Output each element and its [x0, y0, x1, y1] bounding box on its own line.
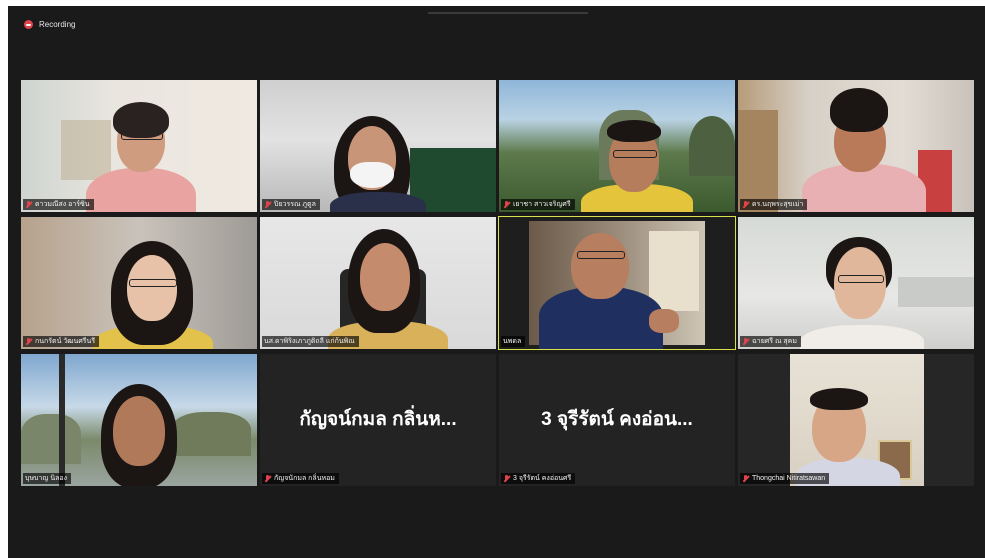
video-tile-camera-off[interactable]: กัญจน์กมล กลิ่นห... กัญจนักมล กลิ่นหอม: [260, 354, 496, 486]
video-feed: [738, 80, 974, 212]
participant-name-tag: ฉายศรี ณ สุคม: [740, 336, 801, 347]
participant-name-tag: กนกรัตน์ วัฒนศรีนรี: [23, 336, 100, 347]
video-tile[interactable]: กนกรัตน์ วัฒนศรีนรี: [21, 217, 257, 349]
participant-name-tag: นพดล: [501, 336, 526, 347]
mic-muted-icon: [25, 200, 32, 209]
mic-muted-icon: [742, 474, 749, 483]
video-tile[interactable]: ดาวมณีสง อาร์ซิน: [21, 80, 257, 212]
participant-name: กนกรัตน์ วัฒนศรีนรี: [35, 338, 96, 345]
recording-indicator[interactable]: Recording: [24, 20, 75, 29]
video-feed: [260, 217, 496, 349]
participant-name: นพดล: [503, 338, 522, 345]
participant-name-tag: กัญจนักมล กลิ่นหอม: [262, 473, 339, 484]
participant-name: ปิยวรรณ ภูตูล: [274, 201, 316, 208]
participant-name: Thongchai Nitiratsawan: [752, 475, 826, 482]
video-tile[interactable]: นส.ดาพิริงเภาภูติถลี แก่ก้นพิณ: [260, 217, 496, 349]
video-feed: [21, 80, 257, 212]
participant-name: บุษบาญ นิลอง: [25, 475, 68, 482]
video-feed: [260, 80, 496, 212]
video-tile[interactable]: Thongchai Nitiratsawan: [738, 354, 974, 486]
top-bar-handle: [428, 12, 588, 14]
video-tile[interactable]: ฉายศรี ณ สุคม: [738, 217, 974, 349]
video-tile[interactable]: ปิยวรรณ ภูตูล: [260, 80, 496, 212]
participant-name: 3 จุรีรัตน์ คงอ่อนศรี: [513, 475, 572, 482]
mic-muted-icon: [25, 337, 32, 346]
participant-name-tag: Thongchai Nitiratsawan: [740, 473, 830, 484]
participant-name: ฉายศรี ณ สุคม: [752, 338, 797, 345]
recording-label: Recording: [39, 20, 76, 29]
meeting-window: Recording ดาวมณีสง อาร์ซิน ปิยวรรณ ภูตูล: [8, 6, 985, 558]
video-tile[interactable]: ดร.นฤพระสุขเม่า: [738, 80, 974, 212]
mic-muted-icon: [264, 200, 271, 209]
participant-name-tag: บุษบาญ นิลอง: [23, 473, 72, 484]
video-feed: [21, 354, 257, 486]
participant-name-tag: ปิยวรรณ ภูตูล: [262, 199, 320, 210]
participant-name-tag: ดาวมณีสง อาร์ซิน: [23, 199, 94, 210]
mic-muted-icon: [264, 474, 271, 483]
video-feed: [21, 217, 257, 349]
participant-name: นส.ดาพิริงเภาภูติถลี แก่ก้นพิณ: [264, 338, 355, 345]
video-tile-camera-off[interactable]: 3 จุรีรัตน์ คงอ่อน... 3 จุรีรัตน์ คงอ่อน…: [499, 354, 735, 486]
participant-name: ดาวมณีสง อาร์ซิน: [35, 201, 90, 208]
participant-name: เยาชา สาวเจริญศรี: [513, 201, 571, 208]
video-tile[interactable]: เยาชา สาวเจริญศรี: [499, 80, 735, 212]
participant-name-tag: นส.ดาพิริงเภาภูติถลี แก่ก้นพิณ: [262, 336, 359, 347]
participant-display-name: 3 จุรีรัตน์ คงอ่อน...: [541, 409, 693, 430]
mic-muted-icon: [742, 200, 749, 209]
participant-name-tag: ดร.นฤพระสุขเม่า: [740, 199, 808, 210]
mic-muted-icon: [742, 337, 749, 346]
participant-name-tag: 3 จุรีรัตน์ คงอ่อนศรี: [501, 473, 576, 484]
video-feed: [738, 217, 974, 349]
video-tile[interactable]: บุษบาญ นิลอง: [21, 354, 257, 486]
mic-muted-icon: [503, 200, 510, 209]
mic-muted-icon: [503, 474, 510, 483]
video-feed: [499, 217, 735, 349]
participant-display-name: กัญจน์กมล กลิ่นห...: [299, 409, 457, 430]
recording-icon: [24, 20, 33, 29]
participant-name: ดร.นฤพระสุขเม่า: [752, 201, 804, 208]
video-feed: [738, 354, 974, 486]
video-feed: [499, 80, 735, 212]
participant-name-tag: เยาชา สาวเจริญศรี: [501, 199, 575, 210]
participant-name: กัญจนักมล กลิ่นหอม: [274, 475, 335, 482]
video-tile-active-speaker[interactable]: นพดล: [498, 216, 736, 350]
